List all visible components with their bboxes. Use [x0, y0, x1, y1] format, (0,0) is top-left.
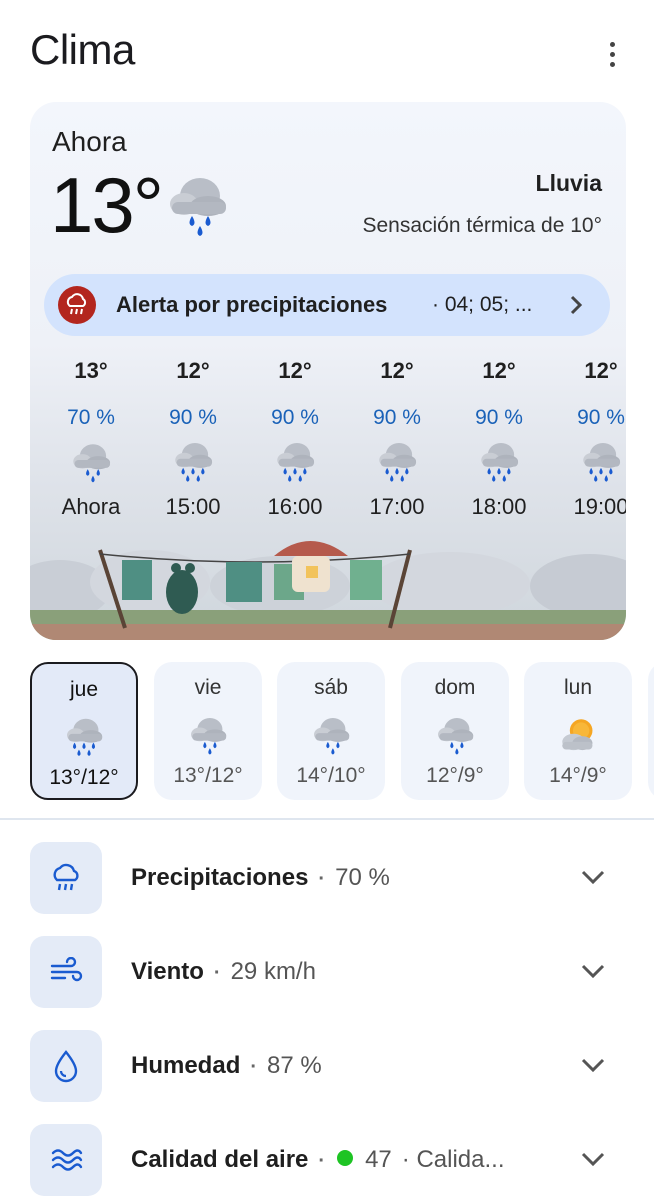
day-temp-range: 12°/9° [426, 764, 484, 787]
hourly-temp: 12° [584, 358, 618, 383]
heavy-rain-icon [374, 440, 420, 484]
day-temp-range: 14°/10° [296, 764, 366, 787]
detail-value: 47 [365, 1146, 392, 1173]
daily-forecast[interactable]: jue 13°/12° vie 13°/12° sáb 14°/10° dom … [30, 662, 654, 800]
current-label: Ahora [52, 126, 127, 157]
day-card-partial[interactable] [648, 662, 654, 800]
day-temp-range: 13°/12° [173, 764, 243, 787]
current-weather-card[interactable]: Ahora 13° Lluvia Sensación térmica de 10… [30, 102, 626, 640]
detail-row-air-quality[interactable]: Calidad del aire · 47 · Calida... [0, 1120, 654, 1200]
rainy-scene-illustration [30, 541, 626, 640]
detail-name: Precipitaciones [131, 864, 309, 891]
hourly-temp: 12° [176, 358, 210, 383]
hourly-temp: 13° [74, 358, 108, 383]
heavy-rain-icon [62, 716, 106, 758]
detail-value: 87 % [267, 1052, 322, 1079]
hourly-precip: 70 % [67, 406, 115, 429]
hourly-time: 16:00 [267, 494, 323, 519]
hourly-item[interactable]: 12° 90 % 15:00 [142, 358, 244, 520]
detail-row-humidity[interactable]: Humedad · 87 % [0, 1026, 654, 1106]
day-card[interactable]: dom 12°/9° [401, 662, 509, 800]
hourly-item[interactable]: 12° 90 % 18:00 [448, 358, 550, 520]
current-temperature: 13° [50, 161, 164, 249]
day-temp-range: 14°/9° [549, 764, 607, 787]
rain-cloud-icon [309, 714, 353, 756]
detail-name: Humedad [131, 1052, 241, 1079]
hourly-precip: 90 % [577, 406, 625, 429]
heavy-rain-icon [578, 440, 624, 484]
alert-title: Alerta por precipitaciones [116, 292, 388, 317]
heavy-rain-icon [476, 440, 522, 484]
detail-value: 70 % [335, 864, 390, 891]
alert-detail: · 04; 05; ... [432, 293, 533, 316]
day-card-selected[interactable]: jue 13°/12° [30, 662, 138, 800]
partly-sunny-icon [556, 714, 600, 756]
separator-dot: · [318, 1150, 326, 1172]
aqi-indicator [337, 1150, 354, 1166]
hourly-time: 15:00 [165, 494, 221, 519]
hourly-time: Ahora [61, 494, 121, 519]
hourly-item[interactable]: 13° 70 % Ahora [40, 358, 142, 520]
day-label: jue [69, 678, 99, 701]
day-card[interactable]: vie 13°/12° [154, 662, 262, 800]
hourly-time: 17:00 [369, 494, 425, 519]
rain-cloud-icon [162, 172, 232, 238]
hourly-precip: 90 % [373, 406, 421, 429]
detail-value: 29 km/h [230, 958, 316, 985]
air-quality-icon [30, 1124, 102, 1196]
detail-extra: · Calida... [401, 1146, 505, 1173]
feels-like-text: Sensación térmica de 10° [362, 214, 602, 237]
app-header: Clima [0, 0, 654, 100]
hourly-precip: 90 % [169, 406, 217, 429]
chevron-right-icon [570, 295, 583, 315]
chevron-down-icon[interactable] [580, 868, 606, 886]
separator-dot: · [213, 962, 221, 984]
section-divider [0, 818, 654, 820]
heavy-rain-icon [170, 440, 216, 484]
detail-row-precipitation[interactable]: Precipitaciones · 70 % [0, 838, 654, 918]
rain-cloud-icon [433, 714, 477, 756]
umbrella-rain-icon [30, 842, 102, 914]
rain-cloud-icon [186, 714, 230, 756]
rain-alert-icon [58, 286, 96, 324]
day-label: sáb [314, 676, 348, 699]
hourly-precip: 90 % [475, 406, 523, 429]
hourly-item[interactable]: 12° 90 % 19:00 [550, 358, 626, 520]
separator-dot: · [250, 1056, 258, 1078]
day-card[interactable]: sáb 14°/10° [277, 662, 385, 800]
page-title: Clima [30, 26, 135, 73]
hourly-item[interactable]: 12° 90 % 17:00 [346, 358, 448, 520]
hourly-temp: 12° [482, 358, 516, 383]
water-drop-icon [30, 1030, 102, 1102]
chevron-down-icon[interactable] [580, 962, 606, 980]
detail-name: Calidad del aire [131, 1146, 309, 1173]
hourly-precip: 90 % [271, 406, 319, 429]
current-condition: Lluvia [535, 170, 602, 196]
separator-dot: · [318, 868, 326, 890]
hourly-temp: 12° [380, 358, 414, 383]
hourly-time: 19:00 [573, 494, 626, 519]
wind-icon [30, 936, 102, 1008]
hourly-forecast[interactable]: 13° 70 % Ahora 12° 90 % 15:00 12° 90 % 1… [30, 358, 626, 528]
day-label: lun [563, 676, 593, 699]
detail-row-wind[interactable]: Viento · 29 km/h [0, 932, 654, 1012]
chevron-down-icon[interactable] [580, 1150, 606, 1168]
day-temp-range: 13°/12° [49, 766, 119, 789]
detail-name: Viento [131, 958, 204, 985]
chevron-down-icon[interactable] [580, 1056, 606, 1074]
hourly-item[interactable]: 12° 90 % 16:00 [244, 358, 346, 520]
heavy-rain-icon [272, 440, 318, 484]
rain-cloud-icon [68, 440, 114, 484]
hourly-time: 18:00 [471, 494, 527, 519]
day-label: vie [194, 676, 222, 699]
day-label: dom [434, 676, 476, 699]
precipitation-alert-chip[interactable]: Alerta por precipitaciones · 04; 05; ... [44, 274, 610, 336]
more-options-icon[interactable] [596, 38, 628, 70]
hourly-temp: 12° [278, 358, 312, 383]
day-card[interactable]: lun 14°/9° [524, 662, 632, 800]
